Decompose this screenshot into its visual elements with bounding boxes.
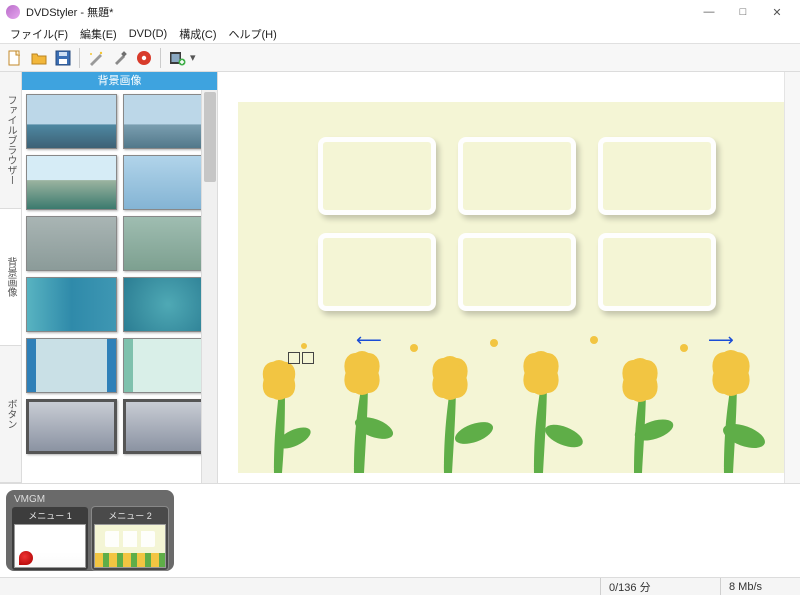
frame-grid <box>318 137 716 311</box>
status-bitrate: 8 Mb/s <box>720 578 800 595</box>
tab-bg-images[interactable]: 背景画像 <box>0 209 21 346</box>
bg-thumb[interactable] <box>26 277 117 332</box>
menu-file[interactable]: ファイル(F) <box>4 24 74 44</box>
menu-edit[interactable]: 編集(E) <box>74 24 123 44</box>
side-panel-header: 背景画像 <box>22 72 217 90</box>
bg-thumb[interactable] <box>26 94 117 149</box>
menu-dvd[interactable]: DVD(D) <box>123 26 174 42</box>
add-file-button[interactable] <box>166 47 188 69</box>
open-button[interactable] <box>28 47 50 69</box>
window-title: DVDStyler - 無題* <box>26 4 113 20</box>
menu-frame[interactable] <box>318 233 436 311</box>
save-button[interactable] <box>52 47 74 69</box>
menu-thumb-1[interactable]: メニュー 1 <box>12 507 88 570</box>
bg-thumb[interactable] <box>123 155 214 210</box>
bg-thumb[interactable] <box>123 277 214 332</box>
bg-thumbnail-grid <box>22 90 217 483</box>
close-button[interactable]: ✕ <box>760 0 794 24</box>
status-duration: 0/136 分 <box>600 578 720 595</box>
maximize-button[interactable]: □ <box>726 0 760 24</box>
app-icon <box>6 5 20 19</box>
next-arrow-icon[interactable]: ⟶ <box>708 330 734 351</box>
menu-frame[interactable] <box>458 233 576 311</box>
menu-frame[interactable] <box>318 137 436 215</box>
wizard-button[interactable] <box>85 47 107 69</box>
dropdown-icon[interactable]: ▾ <box>190 51 196 64</box>
minimize-button[interactable]: — <box>692 0 726 24</box>
vmgm-group: VMGM メニュー 1 メニュー 2 <box>6 490 174 571</box>
canvas-scrollbar[interactable] <box>784 72 800 483</box>
side-scrollbar[interactable] <box>201 90 217 483</box>
bg-thumb[interactable] <box>123 338 214 393</box>
bg-thumb[interactable] <box>26 155 117 210</box>
menu-help[interactable]: ヘルプ(H) <box>223 24 283 44</box>
vmgm-title: VMGM <box>12 494 168 505</box>
side-panel: 背景画像 <box>22 72 218 483</box>
bg-thumb[interactable] <box>123 216 214 271</box>
content-area: ファイルブラウザー 背景画像 ボタン 背景画像 <box>0 72 800 483</box>
bg-thumb[interactable] <box>26 399 117 454</box>
menu-thumb-preview <box>94 524 166 568</box>
menu-thumb-2[interactable]: メニュー 2 <box>92 507 168 570</box>
bg-thumb[interactable] <box>26 216 117 271</box>
toolbar: ▾ <box>0 44 800 72</box>
vertical-tabs: ファイルブラウザー 背景画像 ボタン <box>0 72 22 483</box>
menu-frame[interactable] <box>598 233 716 311</box>
bg-thumb[interactable] <box>123 399 214 454</box>
menu-frame[interactable] <box>458 137 576 215</box>
menu-thumb-label: メニュー 1 <box>14 509 86 522</box>
menubar: ファイル(F) 編集(E) DVD(D) 構成(C) ヘルプ(H) <box>0 24 800 44</box>
menu-canvas[interactable]: ⟵ ⟶ <box>238 102 790 473</box>
selection-handles[interactable] <box>288 352 314 364</box>
timeline-panel: VMGM メニュー 1 メニュー 2 <box>0 483 800 577</box>
statusbar: 0/136 分 8 Mb/s <box>0 577 800 595</box>
titlebar: DVDStyler - 無題* — □ ✕ <box>0 0 800 24</box>
menu-config[interactable]: 構成(C) <box>173 24 222 44</box>
bg-thumb[interactable] <box>26 338 117 393</box>
prev-arrow-icon[interactable]: ⟵ <box>356 330 382 351</box>
menu-thumb-label: メニュー 2 <box>94 509 166 522</box>
burn-button[interactable] <box>133 47 155 69</box>
settings-button[interactable] <box>109 47 131 69</box>
menu-thumb-preview <box>14 524 86 568</box>
canvas-wrap: ⟵ ⟶ <box>218 72 800 483</box>
new-button[interactable] <box>4 47 26 69</box>
menu-frame[interactable] <box>598 137 716 215</box>
bg-thumb[interactable] <box>123 94 214 149</box>
tab-buttons[interactable]: ボタン <box>0 346 21 483</box>
tab-file-browser[interactable]: ファイルブラウザー <box>0 72 21 209</box>
